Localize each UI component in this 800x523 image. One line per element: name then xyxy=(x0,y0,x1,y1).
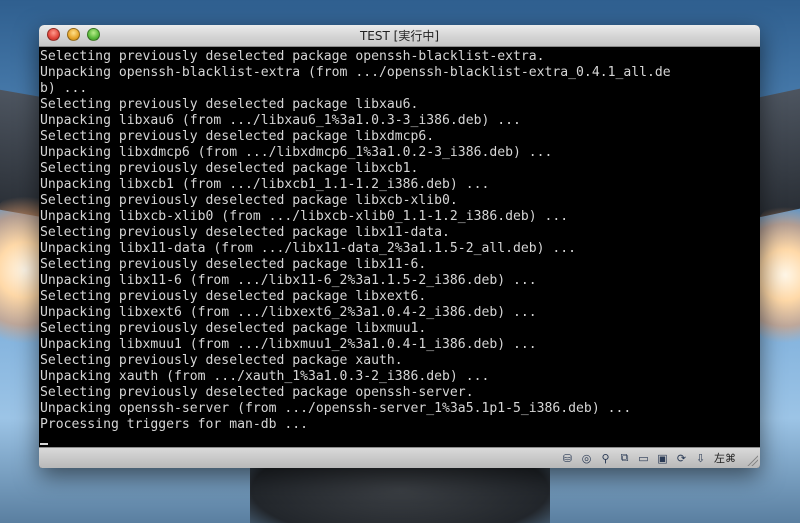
console-line: Unpacking libxext6 (from .../libxext6_2%… xyxy=(40,305,537,320)
console-line: Unpacking libxcb-xlib0 (from .../libxcb-… xyxy=(40,209,569,224)
shared-folder-icon[interactable]: ▭ xyxy=(636,451,651,466)
status-indicators: ⛁ ◎ ⚲ ⧉ ▭ ▣ ⟳ ⇩ 左⌘ xyxy=(560,450,736,466)
console-line: b) ... xyxy=(40,81,88,96)
console-line: Selecting previously deselected package … xyxy=(40,385,474,400)
console-line: Processing triggers for man-db ... xyxy=(40,417,309,432)
status-bar: ⛁ ◎ ⚲ ⧉ ▭ ▣ ⟳ ⇩ 左⌘ xyxy=(39,447,760,468)
console-line: Unpacking openssh-blacklist-extra (from … xyxy=(40,65,671,80)
minimize-button[interactable] xyxy=(67,28,80,41)
console-line: Selecting previously deselected package … xyxy=(40,161,419,176)
console-line: Unpacking libxau6 (from .../libxau6_1%3a… xyxy=(40,113,521,128)
console-line: Unpacking openssh-server (from .../opens… xyxy=(40,401,632,416)
virtualization-icon[interactable]: ⟳ xyxy=(674,451,689,466)
console-line: Unpacking libx11-data (from .../libx11-d… xyxy=(40,241,577,256)
close-button[interactable] xyxy=(47,28,60,41)
console-line: Unpacking libxcb1 (from .../libxcb1_1.1-… xyxy=(40,177,490,192)
cd-dvd-icon[interactable]: ◎ xyxy=(579,451,594,466)
console-line: Selecting previously deselected package … xyxy=(40,353,403,368)
vm-window: TEST [実行中] Selecting previously deselect… xyxy=(39,25,760,468)
title-bar[interactable]: TEST [実行中] xyxy=(39,25,760,47)
window-title: TEST [実行中] xyxy=(359,29,440,43)
resize-grip[interactable] xyxy=(746,454,758,466)
console-line: Unpacking xauth (from .../xauth_1%3a1.0.… xyxy=(40,369,490,384)
host-key-label: 左⌘ xyxy=(714,452,736,465)
console-line: Selecting previously deselected package … xyxy=(40,97,419,112)
text-cursor xyxy=(40,443,48,445)
console-line: Selecting previously deselected package … xyxy=(40,225,450,240)
console-line: Selecting previously deselected package … xyxy=(40,193,458,208)
window-controls xyxy=(47,28,100,41)
usb-icon[interactable]: ⚲ xyxy=(598,451,613,466)
hard-disk-icon[interactable]: ⛁ xyxy=(560,451,575,466)
console-line: Unpacking libxdmcp6 (from .../libxdmcp6_… xyxy=(40,145,553,160)
console-line: Selecting previously deselected package … xyxy=(40,49,545,64)
console-line: Selecting previously deselected package … xyxy=(40,257,427,272)
display-icon[interactable]: ▣ xyxy=(655,451,670,466)
mouse-integration-icon[interactable]: ⇩ xyxy=(693,451,708,466)
console-line: Selecting previously deselected package … xyxy=(40,321,427,336)
console-line: Unpacking libx11-6 (from .../libx11-6_2%… xyxy=(40,273,537,288)
vm-console[interactable]: Selecting previously deselected package … xyxy=(39,47,760,447)
console-line: Selecting previously deselected package … xyxy=(40,289,427,304)
console-line: Selecting previously deselected package … xyxy=(40,129,435,144)
console-line: Unpacking libxmuu1 (from .../libxmuu1_2%… xyxy=(40,337,537,352)
network-icon[interactable]: ⧉ xyxy=(617,451,632,466)
zoom-button[interactable] xyxy=(87,28,100,41)
